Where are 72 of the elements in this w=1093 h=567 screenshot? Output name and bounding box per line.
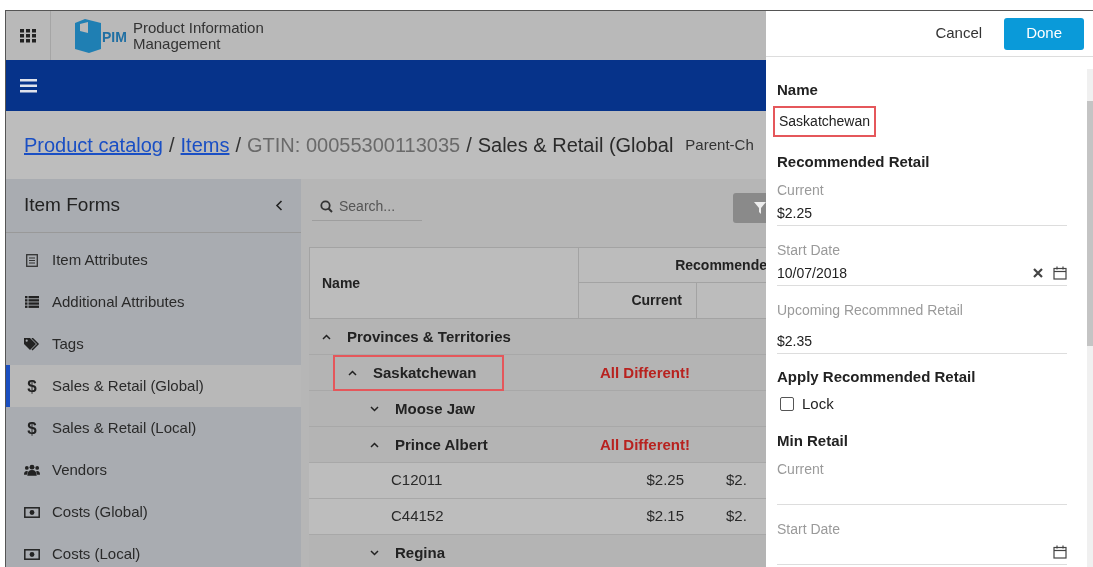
- section-heading: Apply Recommended Retail: [777, 367, 977, 385]
- list-icon: [25, 296, 39, 308]
- input-field[interactable]: Start Date 10/07/2018: [777, 238, 1067, 286]
- section-heading: Min Retail: [777, 430, 849, 449]
- breadcrumb-separator: /: [466, 133, 472, 158]
- parent-child-label: Parent-Ch: [685, 134, 754, 155]
- sidebar-title: Item Forms: [24, 193, 121, 218]
- dollar-icon: $: [27, 377, 37, 395]
- filter-icon: [754, 202, 766, 214]
- breadcrumb-separator: /: [235, 133, 241, 158]
- collapse-caret-icon[interactable]: [347, 370, 357, 376]
- search-icon: [320, 200, 333, 213]
- sidebar-item[interactable]: Additional Attributes: [6, 281, 301, 323]
- collapse-caret-icon[interactable]: [369, 442, 379, 448]
- menu-icon[interactable]: [20, 78, 37, 93]
- breadcrumb-current: Sales & Retail (Global: [477, 133, 674, 158]
- table-cell-text: $2.: [726, 506, 747, 527]
- status-text: All Different!: [600, 434, 690, 455]
- name-value: Saskatchewan: [773, 106, 877, 137]
- tree-row-label[interactable]: Provinces & Territories: [347, 325, 511, 349]
- sidebar-item[interactable]: $ Sales & Retail (Local): [6, 407, 301, 449]
- table-cell-text: $2.25: [646, 470, 684, 491]
- sidebar-item[interactable]: Costs (Global): [6, 491, 301, 533]
- filter-button[interactable]: [733, 193, 768, 223]
- breadcrumb-link[interactable]: Items: [180, 130, 230, 160]
- sidebar-item[interactable]: Costs (Local): [6, 533, 301, 567]
- expand-caret-icon[interactable]: [369, 406, 379, 412]
- form-icon: [26, 253, 38, 267]
- cancel-button[interactable]: Cancel: [935, 22, 983, 45]
- section-heading: Recommended Retail: [777, 152, 931, 170]
- dollar-icon: $: [27, 419, 37, 437]
- input-field[interactable]: Current $2.25: [777, 178, 1067, 226]
- sidebar-item[interactable]: Item Attributes: [6, 239, 301, 281]
- collapse-icon[interactable]: [275, 200, 283, 211]
- table-cell-text: $2.15: [646, 506, 684, 527]
- scrollbar[interactable]: [1087, 69, 1093, 567]
- tree-row-label[interactable]: Prince Albert: [395, 433, 488, 457]
- section-heading: Name: [777, 80, 819, 98]
- checkbox[interactable]: [780, 397, 794, 412]
- expand-caret-icon[interactable]: [369, 550, 379, 556]
- column-header: Name: [310, 248, 579, 318]
- table-cell-text: C44152: [391, 506, 444, 527]
- checkbox-label[interactable]: Lock: [802, 393, 834, 416]
- money-icon: [24, 548, 40, 560]
- collapse-caret-icon[interactable]: [321, 334, 331, 340]
- tags-icon: [24, 337, 40, 351]
- search-field[interactable]: Search...: [339, 196, 414, 217]
- logo-icon: [75, 18, 101, 53]
- app-title: Management: [132, 35, 222, 52]
- table-cell-text: C12011: [391, 470, 443, 491]
- calendar-icon[interactable]: [1053, 266, 1067, 280]
- sidebar-item[interactable]: Tags: [6, 323, 301, 365]
- money-icon: [24, 506, 40, 518]
- status-text: All Different!: [600, 362, 690, 383]
- clear-icon[interactable]: [1033, 268, 1043, 278]
- breadcrumb-item: GTIN: 00055300113035: [247, 133, 461, 158]
- sidebar-item[interactable]: Vendors: [6, 449, 301, 491]
- sidebar-item[interactable]: $ Sales & Retail (Global): [6, 365, 301, 407]
- logo-text: PIM: [102, 28, 127, 47]
- calendar-icon[interactable]: [1053, 544, 1067, 559]
- tree-row-label[interactable]: Saskatchewan: [373, 361, 477, 385]
- input-field[interactable]: Upcoming Recommned Retail $2.35: [777, 298, 1067, 354]
- scrollbar-thumb[interactable]: [1087, 101, 1093, 346]
- table-cell-text: $2.: [726, 470, 747, 491]
- app-title: Product Information: [132, 19, 264, 36]
- column-header: Current: [579, 283, 697, 318]
- users-icon: [24, 464, 40, 476]
- breadcrumb-link[interactable]: Product catalog: [24, 130, 163, 160]
- tree-row-label[interactable]: Moose Jaw: [395, 397, 476, 421]
- tree-row-label[interactable]: Regina: [395, 541, 445, 565]
- app-grid-icon: [20, 28, 36, 43]
- breadcrumb-separator: /: [169, 133, 175, 158]
